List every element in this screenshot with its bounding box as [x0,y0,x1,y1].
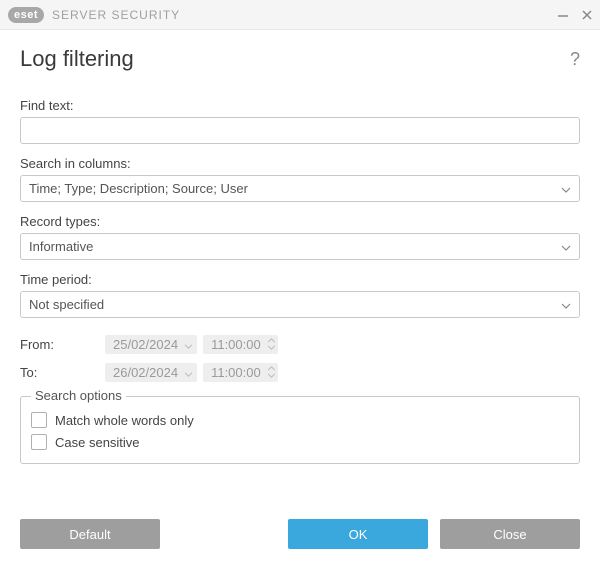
ok-button[interactable]: OK [288,519,428,549]
window-controls [556,0,594,29]
brand-logo: eset SERVER SECURITY [8,7,180,23]
from-time-picker: 11:00:00 [203,335,278,354]
record-types-select[interactable]: Informative [20,233,580,260]
case-sensitive-label: Case sensitive [55,435,140,450]
spinner-icon [265,366,276,378]
to-date-picker: 26/02/2024 [105,363,197,382]
to-time-value: 11:00:00 [211,365,261,380]
chevron-down-icon [184,337,193,352]
help-icon[interactable]: ? [570,49,580,70]
titlebar: eset SERVER SECURITY [0,0,600,30]
time-period-select[interactable]: Not specified [20,291,580,318]
chevron-down-icon [184,365,193,380]
find-text-input[interactable] [20,117,580,144]
close-button[interactable]: Close [440,519,580,549]
checkbox-icon [31,412,47,428]
record-types-label: Record types: [20,214,580,229]
time-period-value: Not specified [29,297,104,312]
match-whole-words-label: Match whole words only [55,413,194,428]
from-time-value: 11:00:00 [211,337,261,352]
chevron-down-icon [561,239,571,254]
search-options-legend: Search options [31,388,126,403]
dialog-footer: Default OK Close [0,505,600,569]
from-label: From: [20,337,105,352]
checkbox-icon [31,434,47,450]
close-icon[interactable] [580,8,594,22]
to-label: To: [20,365,105,380]
find-text-label: Find text: [20,98,580,113]
chevron-down-icon [561,297,571,312]
search-options-group: Search options Match whole words only Ca… [20,396,580,464]
search-columns-label: Search in columns: [20,156,580,171]
brand-text: SERVER SECURITY [52,8,180,22]
brand-badge: eset [8,7,44,23]
match-whole-words-checkbox[interactable]: Match whole words only [31,409,569,431]
spinner-icon [265,338,276,350]
search-columns-select[interactable]: Time; Type; Description; Source; User [20,175,580,202]
record-types-value: Informative [29,239,93,254]
from-date-value: 25/02/2024 [113,337,178,352]
to-date-value: 26/02/2024 [113,365,178,380]
case-sensitive-checkbox[interactable]: Case sensitive [31,431,569,453]
minimize-icon[interactable] [556,8,570,22]
default-button[interactable]: Default [20,519,160,549]
from-date-picker: 25/02/2024 [105,335,197,354]
search-columns-value: Time; Type; Description; Source; User [29,181,248,196]
to-time-picker: 11:00:00 [203,363,278,382]
page-title: Log filtering [20,46,134,72]
time-period-label: Time period: [20,272,580,287]
chevron-down-icon [561,181,571,196]
dialog-content: Log filtering ? Find text: Search in col… [0,30,600,464]
